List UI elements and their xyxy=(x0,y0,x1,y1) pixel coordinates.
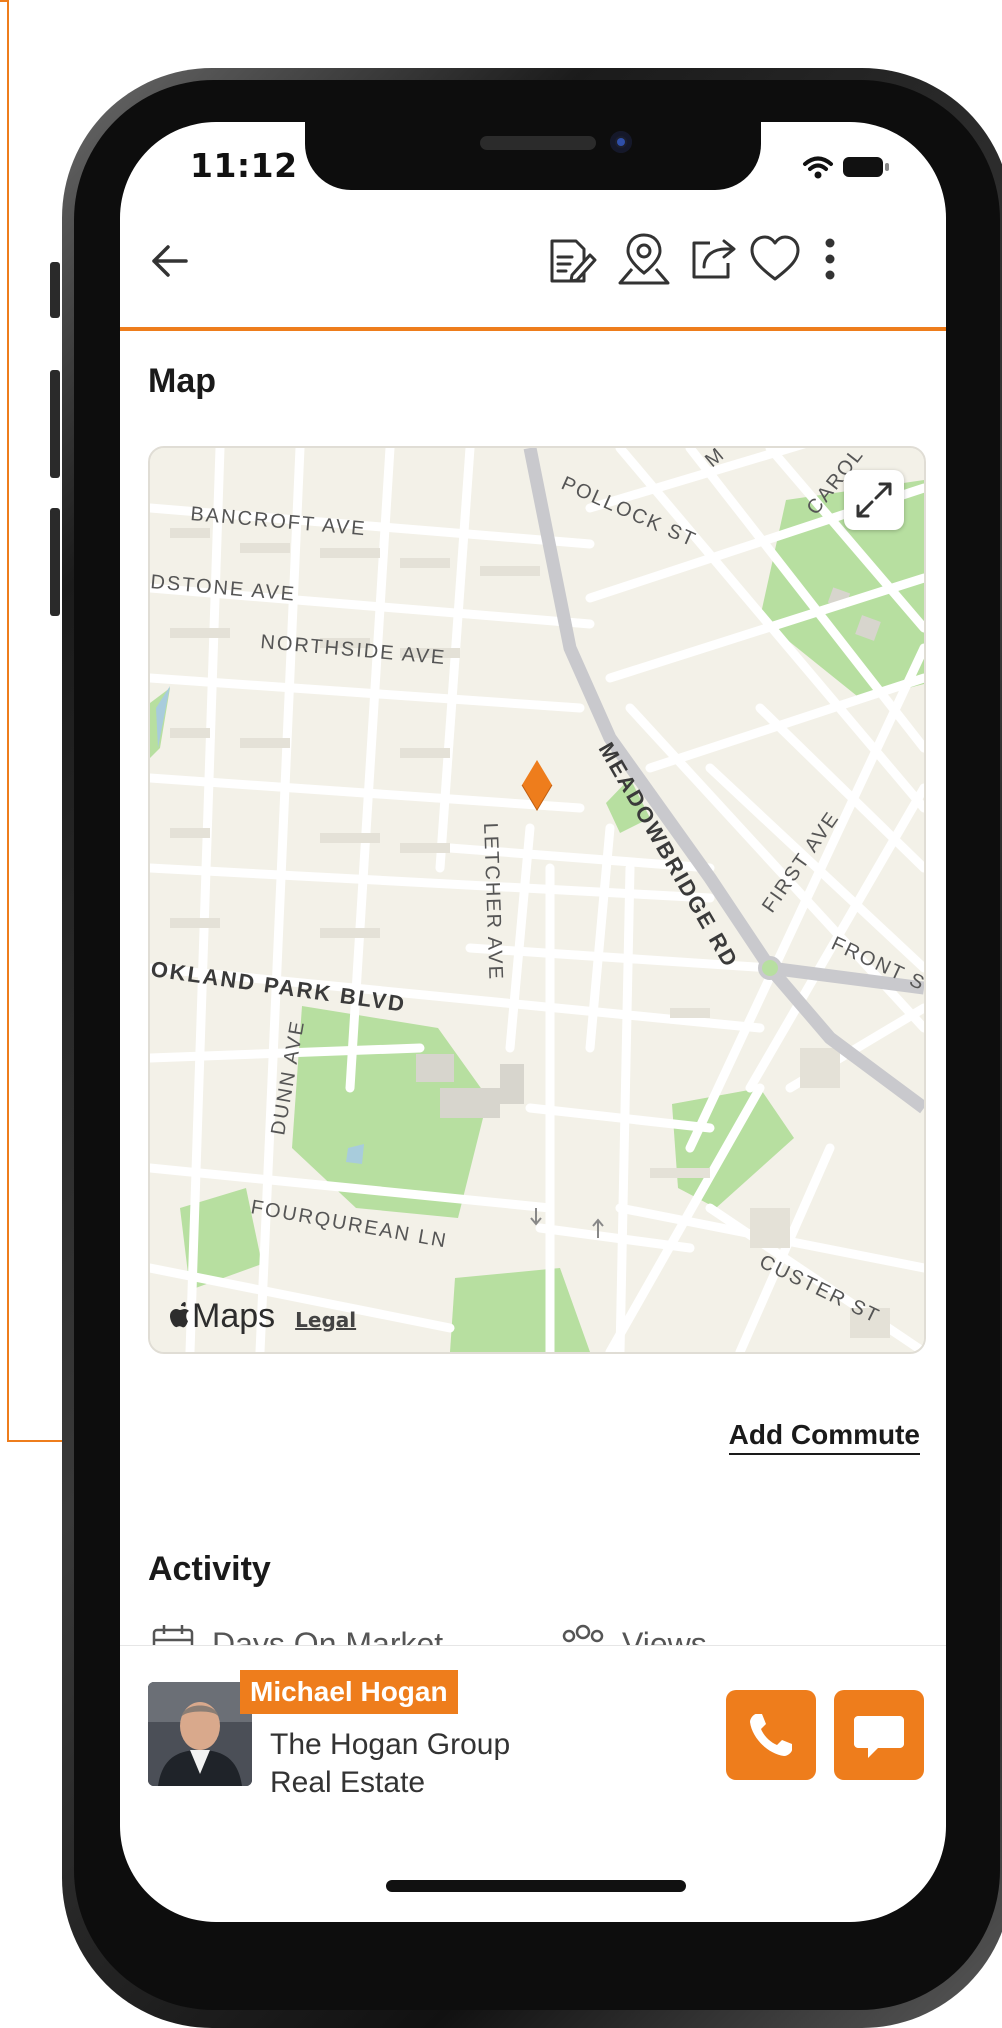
expand-icon xyxy=(856,482,892,518)
agent-company-line1: The Hogan Group xyxy=(270,1728,511,1761)
call-agent-button[interactable] xyxy=(726,1690,816,1780)
side-button xyxy=(50,262,60,318)
arrow-left-icon[interactable] xyxy=(148,239,192,283)
callout-line-vertical xyxy=(7,0,9,1442)
add-commute-link[interactable]: Add Commute xyxy=(728,1419,920,1455)
status-icons xyxy=(803,156,889,179)
top-action-bar xyxy=(120,217,946,331)
agent-contact-bar: Michael Hogan The Hogan Group Real Estat… xyxy=(120,1645,946,1826)
map-canvas[interactable]: BANCROFT AVE DSTONE AVE NORTHSIDE AVE PO… xyxy=(150,448,924,1352)
wifi-icon xyxy=(803,156,833,179)
chat-bubble-icon xyxy=(854,1716,904,1758)
volume-up-button xyxy=(50,370,60,478)
agent-name[interactable]: Michael Hogan xyxy=(240,1670,458,1714)
map-section-title: Map xyxy=(148,362,216,400)
front-camera xyxy=(610,131,632,153)
status-time: 11:12 xyxy=(190,146,298,185)
maps-provider-text: Maps xyxy=(192,1297,276,1335)
heart-icon[interactable] xyxy=(748,233,802,285)
maps-logo: Maps xyxy=(168,1297,275,1336)
maps-attribution: Maps Legal xyxy=(168,1297,356,1336)
agent-company: The Hogan Group Real Estate xyxy=(270,1726,510,1802)
map-view[interactable]: BANCROFT AVE DSTONE AVE NORTHSIDE AVE PO… xyxy=(148,446,926,1354)
activity-section-title: Activity xyxy=(148,1550,271,1588)
agent-company-line2: Real Estate xyxy=(270,1766,426,1799)
apple-icon xyxy=(170,1302,189,1328)
phone-icon xyxy=(750,1714,792,1756)
volume-down-button xyxy=(50,508,60,616)
message-agent-button[interactable] xyxy=(834,1690,924,1780)
phone-screen: 11:12 Map BANCROFT AVE DSTONE AVE NORTHS… xyxy=(120,122,946,1922)
map-pin-icon[interactable] xyxy=(614,229,674,289)
notch xyxy=(305,122,761,190)
home-indicator[interactable] xyxy=(386,1880,686,1892)
legal-link[interactable]: Legal xyxy=(295,1308,356,1332)
speaker-grille xyxy=(480,136,596,150)
document-edit-icon[interactable] xyxy=(542,233,598,289)
more-vertical-icon[interactable] xyxy=(820,235,840,283)
share-icon[interactable] xyxy=(686,231,742,287)
agent-avatar xyxy=(148,1682,252,1786)
expand-map-button[interactable] xyxy=(844,470,904,530)
battery-icon xyxy=(843,157,889,177)
